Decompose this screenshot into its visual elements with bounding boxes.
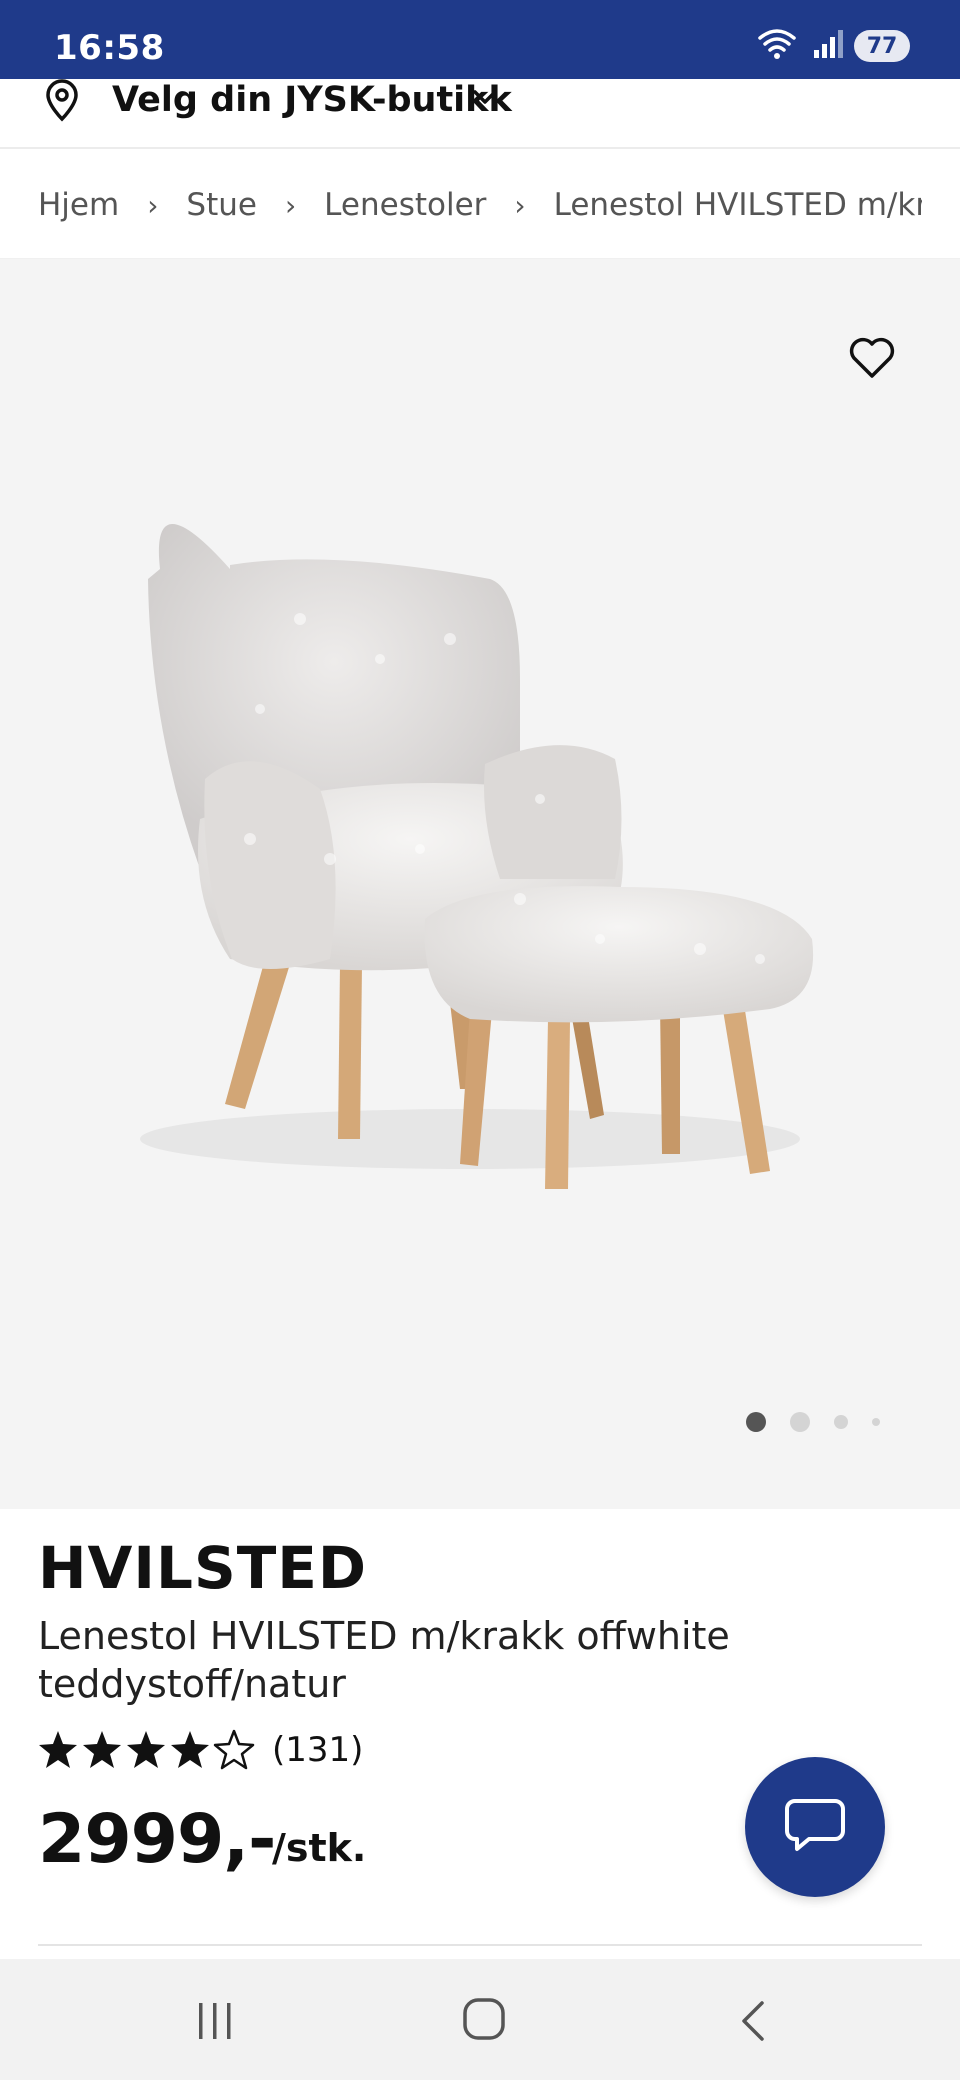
carousel-dot[interactable] <box>872 1418 880 1426</box>
star-rating-icon <box>39 1729 255 1770</box>
heart-outline-icon[interactable] <box>846 334 898 384</box>
status-time: 16:58 <box>54 28 165 68</box>
status-bar: 16:58 77 <box>0 0 960 79</box>
carousel-dot-active[interactable] <box>746 1412 766 1432</box>
divider <box>38 1944 922 1946</box>
chevron-right-icon: › <box>284 188 297 222</box>
breadcrumb-item-lenestoler[interactable]: Lenestoler <box>324 187 486 223</box>
price-unit: /stk. <box>272 1826 367 1870</box>
review-count: (131) <box>272 1730 364 1770</box>
product-image-gallery[interactable] <box>0 259 960 1509</box>
chevron-right-icon: › <box>147 188 159 222</box>
product-brand: HVILSTED <box>38 1534 368 1602</box>
product-price: 2999,- <box>38 1800 276 1879</box>
chat-button[interactable] <box>745 1757 885 1897</box>
recent-apps-icon[interactable] <box>196 2001 236 2045</box>
system-nav-bar <box>0 1959 960 2080</box>
carousel-dot[interactable] <box>790 1412 810 1432</box>
store-selector-label: Velg din JYSK-butikk <box>112 80 512 120</box>
home-icon[interactable] <box>462 1997 506 2045</box>
breadcrumb-item-stue[interactable]: Stue <box>186 187 257 223</box>
breadcrumb-item-current: Lenestol HVILSTED m/krakk offwhite teddy… <box>553 187 922 223</box>
chevron-right-icon: › <box>514 188 526 222</box>
chevron-down-icon <box>470 85 500 113</box>
carousel-dot[interactable] <box>834 1415 848 1429</box>
breadcrumb: Hjem › Stue › Lenestoler › Lenestol HVIL… <box>0 151 960 259</box>
product-name: Lenestol HVILSTED m/krakk offwhite teddy… <box>38 1614 730 1706</box>
status-icons: 77 <box>756 26 910 66</box>
store-selector[interactable]: Velg din JYSK-butikk <box>0 79 960 149</box>
wifi-icon <box>756 26 802 66</box>
breadcrumb-item-hjem[interactable]: Hjem <box>38 187 119 223</box>
product-image <box>140 524 814 1189</box>
battery-icon: 77 <box>854 30 910 62</box>
rating[interactable]: (131) <box>38 1728 363 1772</box>
back-icon[interactable] <box>738 1999 768 2047</box>
carousel-indicators <box>746 1412 904 1432</box>
signal-icon <box>812 28 844 64</box>
location-pin-icon <box>42 79 82 127</box>
chat-bubble-icon <box>783 1795 847 1859</box>
